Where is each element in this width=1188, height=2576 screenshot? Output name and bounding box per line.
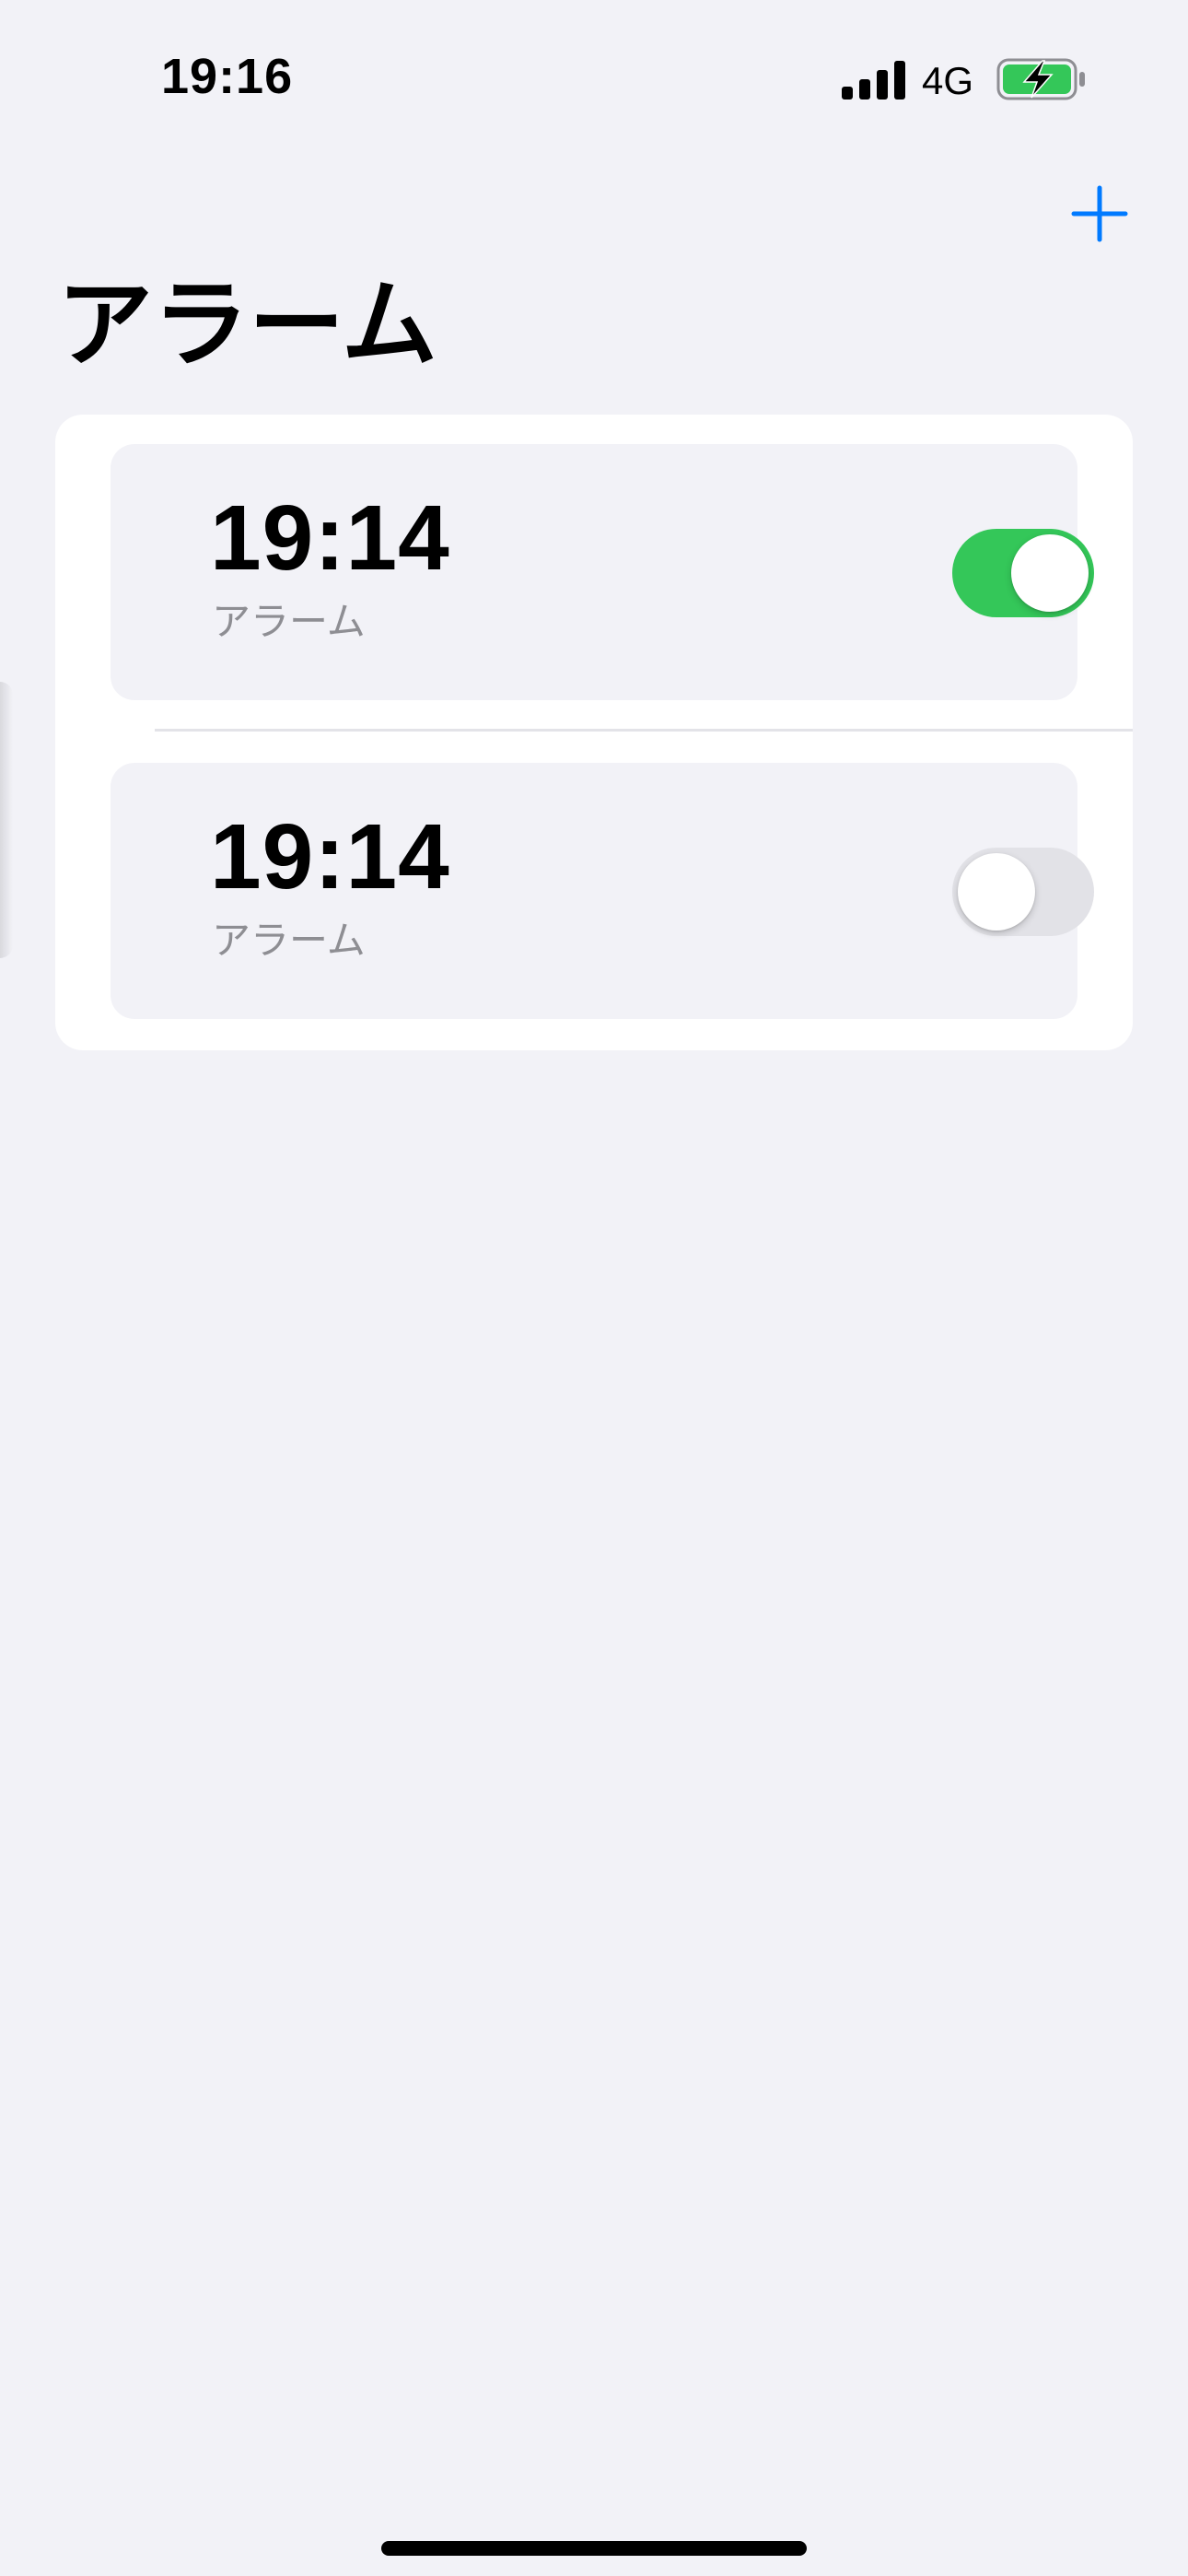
alarm-list: 19:14 アラーム 19:14 アラーム <box>55 415 1133 1050</box>
alarm-row[interactable]: 19:14 アラーム <box>111 444 1094 700</box>
alarm-time: 19:14 <box>210 486 450 590</box>
add-alarm-button[interactable] <box>1068 182 1131 245</box>
edge-shadow <box>0 682 13 958</box>
alarm-toggle[interactable] <box>952 529 1094 617</box>
page-title: アラーム <box>57 268 437 381</box>
battery-charging-icon <box>996 58 1085 100</box>
row-separator <box>155 729 1133 732</box>
alarm-label: アラーム <box>212 918 366 963</box>
alarm-label: アラーム <box>212 599 366 644</box>
toggle-knob <box>1011 534 1089 612</box>
toggle-knob <box>958 853 1035 931</box>
alarm-screen: 19:16 4G アラーム 19:14 アラーム 19:14 アラーム <box>0 0 1188 2576</box>
status-time: 19:16 <box>161 49 294 104</box>
alarm-toggle[interactable] <box>952 848 1094 936</box>
network-type: 4G <box>922 59 974 102</box>
alarm-time: 19:14 <box>210 805 450 908</box>
home-indicator[interactable] <box>381 2541 807 2556</box>
alarm-row[interactable]: 19:14 アラーム <box>111 763 1094 1019</box>
plus-icon <box>1071 185 1128 242</box>
signal-bars-icon <box>842 61 905 100</box>
